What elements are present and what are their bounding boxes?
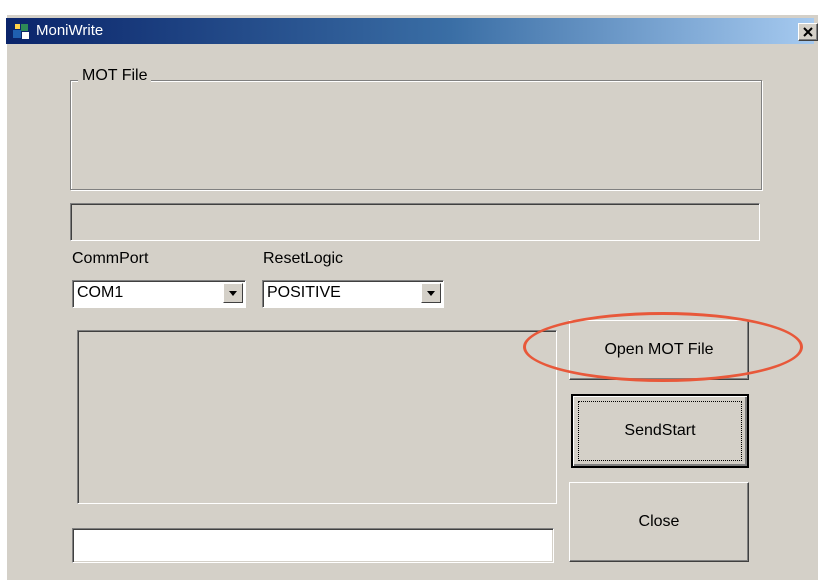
comm-port-label: CommPort (72, 250, 149, 267)
focus-rectangle (578, 401, 742, 461)
mot-file-group-label: MOT File (78, 67, 152, 85)
mot-file-path-field[interactable] (70, 203, 760, 241)
window-title: MoniWrite (36, 22, 104, 39)
reset-logic-select[interactable]: POSITIVE (262, 280, 444, 308)
close-icon (803, 27, 813, 37)
title-bar[interactable]: MoniWrite (6, 18, 818, 44)
close-window-button[interactable] (798, 23, 818, 41)
app-icon (13, 24, 29, 39)
reset-logic-label: ResetLogic (263, 250, 344, 267)
close-button[interactable]: Close (569, 482, 749, 562)
log-panel (77, 330, 557, 504)
comm-port-value: COM1 (77, 284, 124, 301)
mot-file-group (70, 80, 762, 190)
reset-logic-dropdown-arrow-icon[interactable] (421, 283, 441, 303)
annotation-ellipse (523, 312, 803, 382)
send-start-button[interactable]: SendStart (571, 394, 749, 468)
status-field[interactable] (72, 528, 554, 563)
reset-logic-value: POSITIVE (267, 284, 341, 301)
comm-port-dropdown-arrow-icon[interactable] (223, 283, 243, 303)
comm-port-select[interactable]: COM1 (72, 280, 246, 308)
